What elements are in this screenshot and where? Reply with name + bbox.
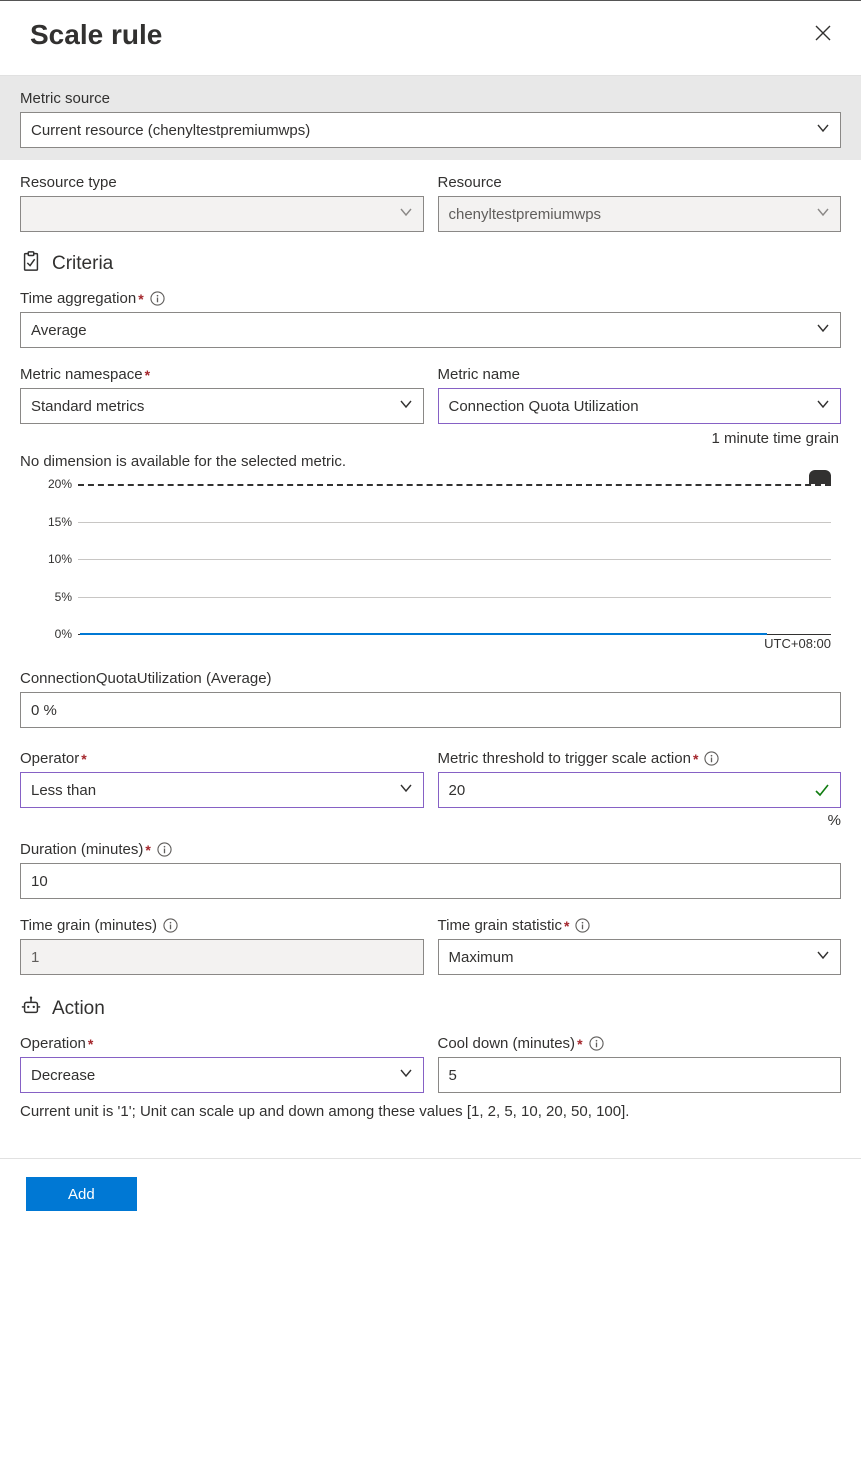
chevron-down-icon — [399, 1066, 413, 1084]
operator-dropdown[interactable]: Less than — [20, 772, 424, 808]
threshold-unit: % — [438, 812, 842, 829]
chart-ytick: 0% — [42, 627, 72, 641]
info-icon[interactable] — [575, 918, 590, 933]
time-grain-statistic-dropdown[interactable]: Maximum — [438, 939, 842, 975]
resource-dropdown: chenyltestpremiumwps — [438, 196, 842, 232]
time-aggregation-dropdown[interactable]: Average — [20, 312, 841, 348]
info-icon[interactable] — [589, 1036, 604, 1051]
required-indicator: * — [693, 751, 698, 767]
operator-value: Less than — [31, 782, 96, 799]
info-icon[interactable] — [157, 842, 172, 857]
metric-namespace-label: Metric namespace — [20, 366, 143, 383]
time-grain-minutes-field — [20, 939, 424, 975]
action-heading: Action — [52, 998, 105, 1020]
page-title: Scale rule — [30, 19, 162, 51]
required-indicator: * — [564, 918, 569, 934]
chevron-down-icon — [816, 321, 830, 339]
chart-peak-marker — [809, 470, 831, 484]
no-dimension-note: No dimension is available for the select… — [20, 453, 841, 470]
metric-current-value-field[interactable] — [20, 692, 841, 728]
chart-series-line — [80, 633, 767, 635]
time-grain-statistic-value: Maximum — [449, 949, 514, 966]
chart-timezone: UTC+08:00 — [48, 636, 831, 651]
chart-ytick: 20% — [42, 477, 72, 491]
required-indicator: * — [138, 291, 143, 307]
chevron-down-icon — [816, 948, 830, 966]
metric-source-label: Metric source — [20, 90, 841, 107]
info-icon[interactable] — [704, 751, 719, 766]
chevron-down-icon — [816, 205, 830, 223]
metric-chart: 20% 15% 10% 5% 0% UTC+08:00 — [48, 484, 831, 664]
add-button[interactable]: Add — [26, 1177, 137, 1211]
chevron-down-icon — [399, 781, 413, 799]
operator-label: Operator — [20, 750, 79, 767]
cooldown-field[interactable] — [438, 1057, 842, 1093]
operation-value: Decrease — [31, 1067, 95, 1084]
time-aggregation-label: Time aggregation — [20, 290, 136, 307]
time-grain-note: 1 minute time grain — [438, 430, 840, 447]
duration-field[interactable] — [20, 863, 841, 899]
required-indicator: * — [577, 1036, 582, 1052]
resource-label: Resource — [438, 174, 842, 191]
criteria-heading: Criteria — [52, 253, 113, 275]
time-aggregation-value: Average — [31, 322, 87, 339]
required-indicator: * — [81, 751, 86, 767]
resource-value: chenyltestpremiumwps — [449, 206, 602, 223]
chart-ytick: 15% — [42, 515, 72, 529]
robot-icon — [20, 995, 42, 1023]
close-icon — [815, 25, 831, 41]
cooldown-label: Cool down (minutes) — [438, 1035, 576, 1052]
info-icon[interactable] — [150, 291, 165, 306]
scale-unit-hint: Current unit is '1'; Unit can scale up a… — [20, 1103, 841, 1120]
required-indicator: * — [145, 367, 150, 383]
threshold-input[interactable] — [449, 773, 805, 807]
chevron-down-icon — [816, 121, 830, 139]
threshold-field[interactable] — [438, 772, 842, 808]
cooldown-input[interactable] — [449, 1058, 805, 1092]
metric-current-value-input[interactable] — [31, 693, 804, 727]
metric-namespace-dropdown[interactable]: Standard metrics — [20, 388, 424, 424]
resource-type-dropdown — [20, 196, 424, 232]
required-indicator: * — [145, 842, 150, 858]
metric-namespace-value: Standard metrics — [31, 398, 144, 415]
chart-ytick: 10% — [42, 552, 72, 566]
threshold-label: Metric threshold to trigger scale action — [438, 750, 691, 767]
chevron-down-icon — [399, 397, 413, 415]
duration-label: Duration (minutes) — [20, 841, 143, 858]
close-button[interactable] — [815, 25, 831, 46]
operation-label: Operation — [20, 1035, 86, 1052]
info-icon[interactable] — [163, 918, 178, 933]
required-indicator: * — [88, 1036, 93, 1052]
chevron-down-icon — [816, 397, 830, 415]
duration-input[interactable] — [31, 864, 804, 898]
operation-dropdown[interactable]: Decrease — [20, 1057, 424, 1093]
metric-full-label: ConnectionQuotaUtilization (Average) — [20, 670, 841, 687]
time-grain-minutes-label: Time grain (minutes) — [20, 917, 157, 934]
metric-name-value: Connection Quota Utilization — [449, 398, 639, 415]
metric-name-dropdown[interactable]: Connection Quota Utilization — [438, 388, 842, 424]
metric-source-dropdown[interactable]: Current resource (chenyltestpremiumwps) — [20, 112, 841, 148]
chevron-down-icon — [399, 205, 413, 223]
resource-type-label: Resource type — [20, 174, 424, 191]
metric-source-value: Current resource (chenyltestpremiumwps) — [31, 122, 310, 139]
time-grain-minutes-input — [31, 940, 387, 974]
chart-ytick: 5% — [42, 590, 72, 604]
time-grain-statistic-label: Time grain statistic — [438, 917, 562, 934]
clipboard-icon — [20, 250, 42, 278]
metric-name-label: Metric name — [438, 366, 842, 383]
check-icon — [814, 782, 830, 798]
